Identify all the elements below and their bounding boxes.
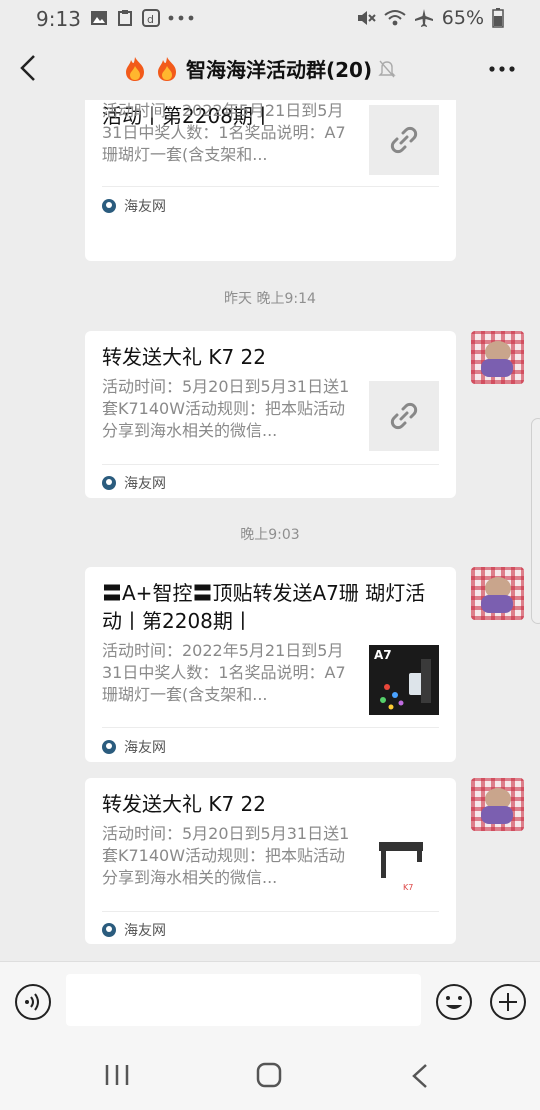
status-time: 9:13 bbox=[36, 7, 81, 31]
card-source: 海友网 bbox=[102, 920, 166, 940]
link-card[interactable]: 转发送大礼 K7 22 活动时间：5月20日到5月31日送1套K7140W活动规… bbox=[85, 778, 456, 944]
product-thumbnail: K7 bbox=[369, 828, 439, 898]
link-card[interactable]: 〓A+智控〓顶贴转发送A7珊 瑚灯活动丨第2208期丨 活动时间：2022年5月… bbox=[85, 567, 456, 762]
app-d-icon: d bbox=[142, 9, 160, 27]
battery-icon bbox=[492, 8, 504, 28]
status-notification-icons: d bbox=[90, 9, 194, 27]
muted-bell-icon bbox=[378, 60, 396, 77]
source-logo-icon bbox=[102, 199, 116, 213]
message-timestamp: 晚上9:03 bbox=[240, 527, 300, 543]
add-more-icon[interactable] bbox=[489, 983, 527, 1021]
card-description: 活动时间：5月20日到5月31日送1套K7140W活动规则：把本贴活动分享到海水… bbox=[102, 377, 350, 440]
thumb-label: A7 bbox=[374, 648, 392, 662]
link-thumbnail bbox=[369, 381, 439, 451]
card-title: 转发送大礼 K7 22 bbox=[102, 792, 267, 816]
chat-title: 智海海洋活动群(20) bbox=[122, 54, 396, 83]
svg-text:d: d bbox=[147, 13, 154, 26]
card-divider bbox=[102, 186, 439, 187]
wifi-icon bbox=[384, 10, 406, 26]
card-source-name: 海友网 bbox=[124, 740, 166, 756]
card-divider bbox=[102, 727, 439, 728]
link-card[interactable]: 转发送大礼 K7 22 活动时间：5月20日到5月31日送1套K7140W活动规… bbox=[85, 331, 456, 498]
fire-emoji-icon bbox=[158, 56, 176, 81]
airplane-mode-icon bbox=[414, 9, 433, 27]
chat-title-text: 智海海洋活动群(20) bbox=[186, 58, 373, 82]
voice-input-icon[interactable] bbox=[14, 983, 52, 1021]
card-source: 海友网 bbox=[102, 737, 166, 757]
svg-text:K7: K7 bbox=[403, 883, 413, 892]
home-icon[interactable] bbox=[256, 1062, 282, 1088]
message-list: 活动丨第2208期丨 活动时间：2022年5月21日到5月31日中奖人数：1名奖… bbox=[0, 100, 540, 961]
chat-header: 智海海洋活动群(20) bbox=[0, 38, 540, 100]
card-source: 海友网 bbox=[102, 473, 166, 493]
card-description: 活动时间：2022年5月21日到5月31日中奖人数：1名奖品说明：A7珊瑚灯一套… bbox=[102, 641, 346, 704]
card-source-name: 海友网 bbox=[124, 199, 166, 215]
card-title: 转发送大礼 K7 22 bbox=[102, 345, 267, 369]
emoji-icon[interactable] bbox=[435, 983, 473, 1021]
card-divider bbox=[102, 464, 439, 465]
message-timestamp: 昨天 晚上9:14 bbox=[224, 291, 316, 307]
sender-avatar[interactable] bbox=[471, 778, 524, 831]
clipboard-icon bbox=[118, 10, 132, 26]
card-description: 活动时间：5月20日到5月31日送1套K7140W活动规则：把本贴活动分享到海水… bbox=[102, 824, 350, 887]
system-nav-bar bbox=[0, 1045, 540, 1110]
link-thumbnail bbox=[369, 105, 439, 175]
source-logo-icon bbox=[102, 740, 116, 754]
message-input[interactable] bbox=[66, 974, 421, 1026]
card-description: 活动时间：2022年5月21日到5月31日中奖人数：1名奖品说明：A7珊瑚灯一套… bbox=[102, 101, 346, 164]
link-icon bbox=[390, 402, 418, 430]
link-card[interactable]: 活动丨第2208期丨 活动时间：2022年5月21日到5月31日中奖人数：1名奖… bbox=[85, 100, 456, 261]
status-system-icons: 65% bbox=[356, 7, 504, 29]
k7-lamp-image-icon: K7 bbox=[379, 842, 423, 892]
mute-icon bbox=[357, 11, 376, 25]
scroll-indicator[interactable] bbox=[531, 418, 540, 624]
battery-percent: 65% bbox=[441, 7, 484, 29]
status-bar: 9:13 d 65% bbox=[0, 0, 540, 38]
card-source: 海友网 bbox=[102, 196, 166, 216]
back-arrow-icon[interactable] bbox=[14, 50, 44, 86]
card-source-name: 海友网 bbox=[124, 923, 166, 939]
source-logo-icon bbox=[102, 476, 116, 490]
product-thumbnail: A7 bbox=[369, 645, 439, 715]
source-logo-icon bbox=[102, 923, 116, 937]
input-bar bbox=[0, 961, 540, 1045]
sender-avatar[interactable] bbox=[471, 567, 524, 620]
recent-apps-icon[interactable] bbox=[104, 1063, 130, 1087]
sender-avatar[interactable] bbox=[471, 331, 524, 384]
back-nav-icon[interactable] bbox=[408, 1062, 432, 1090]
card-source-name: 海友网 bbox=[124, 476, 166, 492]
more-options-icon[interactable] bbox=[488, 64, 516, 74]
link-icon bbox=[390, 126, 418, 154]
more-status-icon bbox=[168, 15, 194, 21]
fire-emoji-icon bbox=[126, 56, 144, 81]
card-title: 〓A+智控〓顶贴转发送A7珊 瑚灯活动丨第2208期丨 bbox=[102, 581, 426, 633]
gallery-icon bbox=[91, 11, 107, 25]
card-divider bbox=[102, 911, 439, 912]
